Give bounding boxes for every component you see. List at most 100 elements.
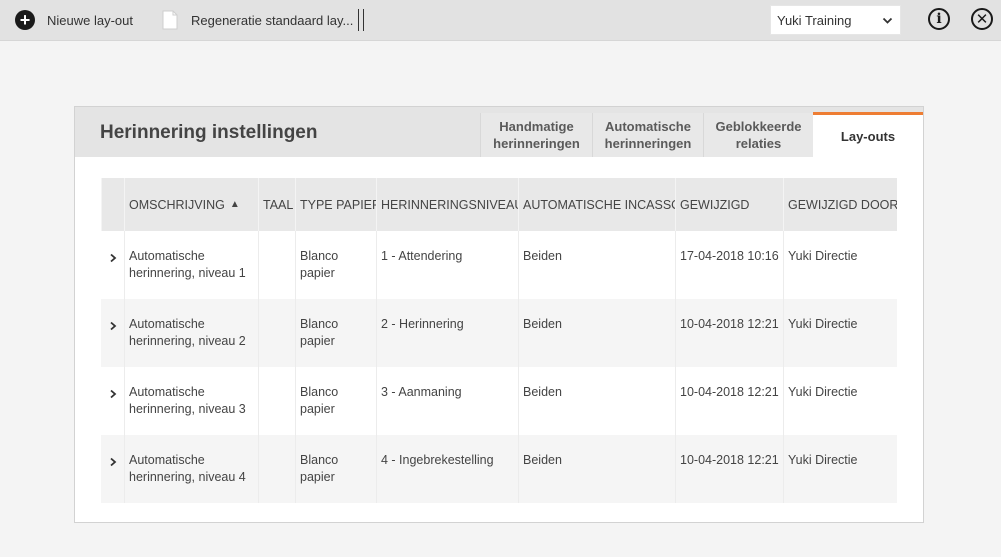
cell-taal xyxy=(258,299,295,367)
chevron-right-icon[interactable] xyxy=(109,253,117,263)
header-label: OMSCHRIJVING xyxy=(129,197,225,212)
new-layout-label: Nieuwe lay-out xyxy=(47,12,133,28)
cell-gewijzigd-door: Yuki Directie xyxy=(783,231,897,299)
cell-automatische-incasso: Beiden xyxy=(518,367,675,435)
header-label: GEWIJZIGD xyxy=(680,197,750,212)
header-label: TAAL xyxy=(263,197,294,212)
header-label: HERINNERINGSNIVEAU xyxy=(381,197,518,212)
cell-taal xyxy=(258,435,295,503)
cell-text: herinnering, niveau 3 xyxy=(129,402,246,416)
toolbar: + Nieuwe lay-out Regeneratie standaard l… xyxy=(0,0,1001,41)
cell-omschrijving: Automatische herinnering, niveau 1 xyxy=(124,231,258,299)
plus-circle-icon: + xyxy=(15,10,35,30)
tab-label-line2: herinneringen xyxy=(604,136,692,151)
tab-manual-reminders[interactable]: Handmatige herinneringen xyxy=(480,113,592,157)
separator-icon xyxy=(358,9,366,31)
cell-type-papier: Blanco papier xyxy=(295,435,376,503)
expand-cell xyxy=(101,299,124,367)
regenerate-layout-button[interactable]: Regeneratie standaard lay... xyxy=(162,0,353,40)
tab-label-line1: Handmatige xyxy=(499,119,574,134)
expand-cell xyxy=(101,231,124,299)
cell-text: herinnering, niveau 2 xyxy=(129,334,246,348)
cell-text: Automatische xyxy=(129,317,205,331)
tab-label-line1: Lay-outs xyxy=(840,128,896,144)
cell-herinneringsniveau: 3 - Aanmaning xyxy=(376,367,518,435)
expand-cell xyxy=(101,435,124,503)
cell-text: Blanco xyxy=(300,317,339,331)
cell-automatische-incasso: Beiden xyxy=(518,231,675,299)
cell-type-papier: Blanco papier xyxy=(295,367,376,435)
panel-header: Herinnering instellingen Handmatige herin… xyxy=(75,107,923,157)
table-row[interactable]: Automatische herinnering, niveau 4 Blanco… xyxy=(101,435,897,503)
cell-herinneringsniveau: 2 - Herinnering xyxy=(376,299,518,367)
cell-gewijzigd: 17-04-2018 10:16 xyxy=(675,231,783,299)
tab-label-line2: herinneringen xyxy=(493,136,580,151)
cell-gewijzigd-door: Yuki Directie xyxy=(783,435,897,503)
cell-taal xyxy=(258,367,295,435)
chevron-right-icon[interactable] xyxy=(109,321,117,331)
tab-automatic-reminders[interactable]: Automatische herinneringen xyxy=(592,113,703,157)
cell-type-papier: Blanco papier xyxy=(295,299,376,367)
cell-text: Blanco xyxy=(300,249,339,263)
cell-herinneringsniveau: 1 - Attendering xyxy=(376,231,518,299)
cell-gewijzigd: 10-04-2018 12:21 xyxy=(675,435,783,503)
cell-type-papier: Blanco papier xyxy=(295,231,376,299)
info-icon[interactable]: i xyxy=(928,8,950,30)
cell-omschrijving: Automatische herinnering, niveau 3 xyxy=(124,367,258,435)
cell-omschrijving: Automatische herinnering, niveau 4 xyxy=(124,435,258,503)
chevron-right-icon[interactable] xyxy=(109,389,117,399)
header-type-papier[interactable]: TYPE PAPIER xyxy=(295,178,376,231)
table-row[interactable]: Automatische herinnering, niveau 2 Blanco… xyxy=(101,299,897,367)
cell-text: papier xyxy=(300,266,335,280)
tab-label-line2: relaties xyxy=(735,136,782,151)
regenerate-layout-label: Regeneratie standaard lay... xyxy=(191,12,354,28)
company-select[interactable]: Yuki Training xyxy=(770,5,901,35)
cell-automatische-incasso: Beiden xyxy=(518,435,675,503)
header-gewijzigd-door[interactable]: GEWIJZIGD DOOR xyxy=(783,178,897,231)
sort-ascending-icon: ▲ xyxy=(229,199,240,210)
header-expand-column xyxy=(101,178,124,231)
document-icon xyxy=(162,10,178,30)
tab-label-line1: Geblokkeerde xyxy=(715,119,802,134)
page-title: Herinnering instellingen xyxy=(100,122,318,143)
header-label: GEWIJZIGD DOOR xyxy=(788,197,897,212)
cell-text: Blanco xyxy=(300,453,339,467)
close-icon[interactable]: ✕ xyxy=(971,8,993,30)
layouts-table: OMSCHRIJVING ▲ TAAL TYPE PAPIER HERINNER… xyxy=(101,178,897,503)
header-automatische-incasso[interactable]: AUTOMATISCHE INCASSO xyxy=(518,178,675,231)
header-herinneringsniveau[interactable]: HERINNERINGSNIVEAU xyxy=(376,178,518,231)
header-label: TYPE PAPIER xyxy=(300,197,376,212)
cell-text: papier xyxy=(300,470,335,484)
cell-gewijzigd-door: Yuki Directie xyxy=(783,367,897,435)
tab-layouts[interactable]: Lay-outs xyxy=(813,112,923,157)
expand-cell xyxy=(101,367,124,435)
cell-text: papier xyxy=(300,334,335,348)
cell-herinneringsniveau: 4 - Ingebrekestelling xyxy=(376,435,518,503)
table-row[interactable]: Automatische herinnering, niveau 1 Blanco… xyxy=(101,231,897,299)
cell-omschrijving: Automatische herinnering, niveau 2 xyxy=(124,299,258,367)
chevron-right-icon[interactable] xyxy=(109,457,117,467)
cell-text: Automatische xyxy=(129,385,205,399)
cell-text: Automatische xyxy=(129,453,205,467)
header-gewijzigd[interactable]: GEWIJZIGD xyxy=(675,178,783,231)
cell-text: herinnering, niveau 4 xyxy=(129,470,246,484)
header-label: AUTOMATISCHE INCASSO xyxy=(523,197,675,212)
company-select-value: Yuki Training xyxy=(777,12,852,28)
chevron-down-icon xyxy=(882,17,893,24)
new-layout-button[interactable]: + Nieuwe lay-out xyxy=(15,0,133,40)
cell-automatische-incasso: Beiden xyxy=(518,299,675,367)
tab-blocked-relations[interactable]: Geblokkeerde relaties xyxy=(703,113,813,157)
cell-text: Blanco xyxy=(300,385,339,399)
header-omschrijving[interactable]: OMSCHRIJVING ▲ xyxy=(124,178,258,231)
tab-label-line1: Automatische xyxy=(605,119,691,134)
cell-text: papier xyxy=(300,402,335,416)
cell-gewijzigd: 10-04-2018 12:21 xyxy=(675,367,783,435)
cell-text: Automatische xyxy=(129,249,205,263)
cell-text: herinnering, niveau 1 xyxy=(129,266,246,280)
table-header: OMSCHRIJVING ▲ TAAL TYPE PAPIER HERINNER… xyxy=(101,178,897,231)
cell-gewijzigd-door: Yuki Directie xyxy=(783,299,897,367)
reminder-settings-panel: Herinnering instellingen Handmatige herin… xyxy=(74,106,924,523)
table-row[interactable]: Automatische herinnering, niveau 3 Blanco… xyxy=(101,367,897,435)
cell-taal xyxy=(258,231,295,299)
header-taal[interactable]: TAAL xyxy=(258,178,295,231)
